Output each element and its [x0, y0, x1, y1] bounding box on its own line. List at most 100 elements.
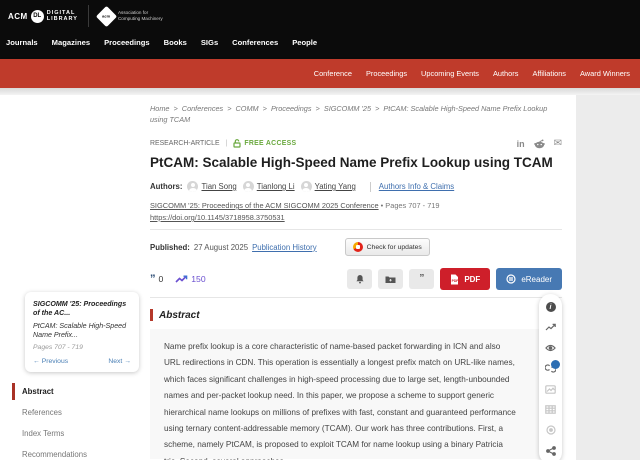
crumb-comm[interactable]: COMM: [236, 104, 259, 113]
crumb-conferences[interactable]: Conferences: [182, 104, 223, 113]
confnav-proceedings[interactable]: Proceedings: [366, 69, 407, 78]
article-toolbar: i: [539, 294, 562, 460]
crossmark-icon: [353, 242, 363, 252]
nav-proceedings[interactable]: Proceedings: [104, 38, 150, 47]
alerts-bell-button[interactable]: [347, 269, 372, 289]
section-nav-index-terms[interactable]: Index Terms: [12, 425, 137, 442]
crumb-separator: >: [375, 104, 379, 113]
nav-people[interactable]: People: [292, 38, 317, 47]
conference-nav-bar: Conference Proceedings Upcoming Events A…: [0, 59, 640, 88]
next-article-link[interactable]: Next →: [108, 358, 131, 365]
authors-info-claims-link[interactable]: Authors Info & Claims: [379, 182, 454, 191]
downloads-count: 150: [191, 274, 205, 284]
citation-count: 0: [159, 274, 164, 284]
ereader-label: eReader: [521, 275, 552, 284]
badge-dot: [551, 360, 560, 369]
cite-button[interactable]: ”: [409, 269, 434, 289]
nav-sigs[interactable]: SIGs: [201, 38, 218, 47]
bell-icon: [355, 274, 365, 284]
check-for-updates-button[interactable]: Check for updates: [345, 238, 430, 256]
lock-open-icon: [233, 139, 241, 148]
doi-row: https://doi.org/10.1145/3718958.3750531: [150, 213, 562, 222]
nav-books[interactable]: Books: [164, 38, 187, 47]
context-card: SIGCOMM '25: Proceedings of the AC... Pt…: [25, 292, 139, 372]
venue-link[interactable]: SIGCOMM '25: Proceedings of the ACM SIGC…: [150, 201, 379, 210]
abstract-text: Name prefix lookup is a core characteris…: [164, 339, 516, 460]
section-nav-abstract[interactable]: Abstract: [12, 383, 137, 400]
divider: [150, 229, 562, 230]
pdf-file-icon: PDF: [450, 274, 459, 285]
publication-history-link[interactable]: Publication History: [252, 243, 317, 252]
crumb-separator: >: [227, 104, 231, 113]
share-icon[interactable]: [545, 446, 556, 456]
header-shadow-strip: [0, 88, 640, 95]
abstract-body: Name prefix lookup is a core characteris…: [150, 329, 550, 459]
crumb-sigcomm25[interactable]: SIGCOMM '25: [324, 104, 371, 113]
figures-icon: [545, 384, 556, 394]
article-title: PtCAM: Scalable High-Speed Name Prefix L…: [150, 155, 562, 170]
published-label: Published:: [150, 243, 190, 252]
cite-quote-icon: ”: [419, 276, 424, 282]
author-avatar: [243, 181, 254, 192]
eye-icon[interactable]: [545, 343, 556, 353]
email-icon[interactable]: ✉: [554, 138, 562, 149]
previous-article-link[interactable]: ← Previous: [33, 358, 68, 365]
pages-bullet: •: [381, 201, 384, 210]
nav-magazines[interactable]: Magazines: [52, 38, 90, 47]
association-text: Association forComputing Machinery: [118, 10, 163, 21]
section-nav-references[interactable]: References: [12, 404, 137, 421]
crumb-proceedings[interactable]: Proceedings: [271, 104, 312, 113]
author-link-1[interactable]: Tian Song: [201, 182, 236, 191]
crumb-separator: >: [316, 104, 320, 113]
card-venue-title[interactable]: SIGCOMM '25: Proceedings of the AC...: [33, 300, 131, 318]
confnav-conference[interactable]: Conference: [314, 69, 352, 78]
references-badge-icon[interactable]: [545, 363, 556, 374]
pdf-button[interactable]: PDF PDF: [440, 268, 490, 290]
acm-logo-text: ACM: [8, 12, 28, 21]
dl-gear-icon: DL: [31, 10, 44, 23]
confnav-authors[interactable]: Authors: [493, 69, 518, 78]
pdf-label: PDF: [464, 275, 480, 284]
primary-nav: Journals Magazines Proceedings Books SIG…: [0, 32, 640, 47]
action-buttons: ” PDF PDF eReader: [347, 268, 562, 290]
trend-icon: [175, 275, 188, 284]
reddit-icon[interactable]: [534, 139, 545, 149]
linkedin-icon[interactable]: in: [517, 139, 525, 149]
metrics-trend-icon[interactable]: [545, 322, 556, 332]
save-to-binder-button[interactable]: [378, 269, 403, 289]
digital-library-text: DIGITALLIBRARY: [47, 10, 78, 23]
authors-divider: [370, 182, 371, 192]
abstract-heading-row: Abstract: [150, 309, 562, 321]
confnav-affiliations[interactable]: Affiliations: [532, 69, 566, 78]
confnav-upcoming-events[interactable]: Upcoming Events: [421, 69, 479, 78]
free-access-flag: FREE ACCESS: [233, 139, 296, 148]
info-icon[interactable]: i: [545, 302, 556, 312]
doi-link[interactable]: https://doi.org/10.1145/3718958.3750531: [150, 213, 285, 222]
ereader-button[interactable]: eReader: [496, 268, 562, 290]
acm-dl-logo[interactable]: ACM DL DIGITALLIBRARY: [8, 10, 78, 23]
acm-diamond-icon: acm: [96, 5, 117, 26]
venue-row: SIGCOMM '25: Proceedings of the ACM SIGC…: [150, 201, 562, 210]
crumb-home[interactable]: Home: [150, 104, 169, 113]
card-pagination: ← Previous Next →: [33, 358, 131, 365]
section-nav-recommendations[interactable]: Recommendations: [12, 446, 137, 460]
acm-dl-article-page: ACM DL DIGITALLIBRARY acm Association fo…: [0, 0, 640, 460]
arrow-right-icon: →: [124, 358, 131, 365]
media-icon: [545, 425, 556, 435]
divider: [150, 297, 562, 298]
confnav-award-winners[interactable]: Award Winners: [580, 69, 630, 78]
acm-association-logo[interactable]: acm Association forComputing Machinery: [99, 9, 163, 24]
svg-text:PDF: PDF: [452, 279, 459, 283]
author-link-2[interactable]: Tianlong Li: [257, 182, 295, 191]
article-type-label: RESEARCH-ARTICLE: [150, 140, 220, 147]
card-pages: Pages 707 - 719: [33, 344, 131, 351]
nav-conferences[interactable]: Conferences: [232, 38, 278, 47]
author-link-3[interactable]: Yating Yang: [315, 182, 356, 191]
site-header: ACM DL DIGITALLIBRARY acm Association fo…: [0, 0, 640, 59]
nav-journals[interactable]: Journals: [6, 38, 38, 47]
logo-bar: ACM DL DIGITALLIBRARY acm Association fo…: [0, 0, 640, 32]
pages-label: Pages 707 - 719: [385, 201, 439, 210]
abstract-heading: Abstract: [159, 310, 200, 321]
flag-separator: |: [226, 140, 228, 147]
arrow-left-icon: ←: [33, 358, 40, 365]
